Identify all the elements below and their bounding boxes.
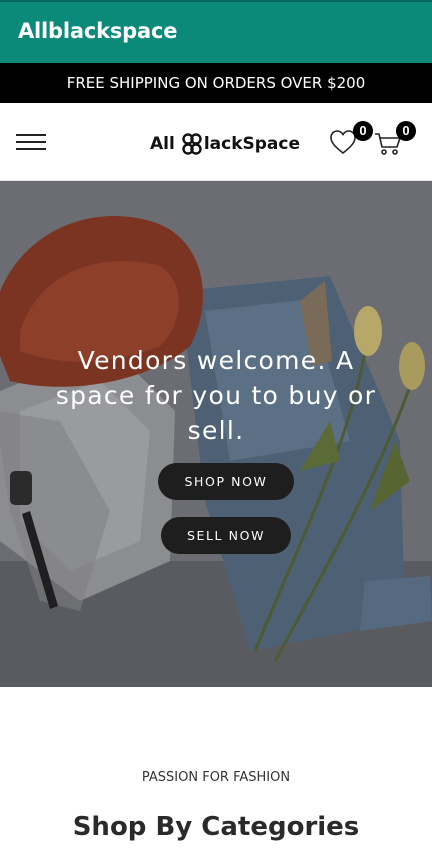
shop-now-button[interactable]: SHOP NOW: [158, 463, 294, 500]
logo-text-left: All: [150, 134, 175, 154]
section-title: Shop By Categories: [72, 812, 360, 842]
hero-banner: Vendors welcome. A space for you to buy …: [0, 181, 432, 687]
cart-button[interactable]: 0: [373, 121, 416, 157]
logo-mark-icon: [182, 133, 202, 155]
hero-title: Vendors welcome. A space for you to buy …: [55, 346, 377, 445]
app-title: Allblackspace: [18, 19, 178, 43]
menu-icon[interactable]: [16, 132, 46, 152]
site-header: All lackSpace 0 0: [0, 103, 432, 181]
app-bar: Allblackspace: [0, 0, 432, 63]
logo-text-right: lackSpace: [203, 134, 300, 154]
section-eyebrow: PASSION FOR FASHION: [141, 770, 291, 785]
sell-now-button[interactable]: SELL NOW: [161, 517, 291, 554]
cart-count-badge: 0: [396, 121, 416, 141]
wishlist-count-badge: 0: [353, 121, 373, 141]
promo-banner: FREE SHIPPING ON ORDERS OVER $200: [0, 63, 432, 103]
site-logo[interactable]: All lackSpace: [150, 130, 300, 158]
wishlist-button[interactable]: 0: [328, 121, 373, 157]
